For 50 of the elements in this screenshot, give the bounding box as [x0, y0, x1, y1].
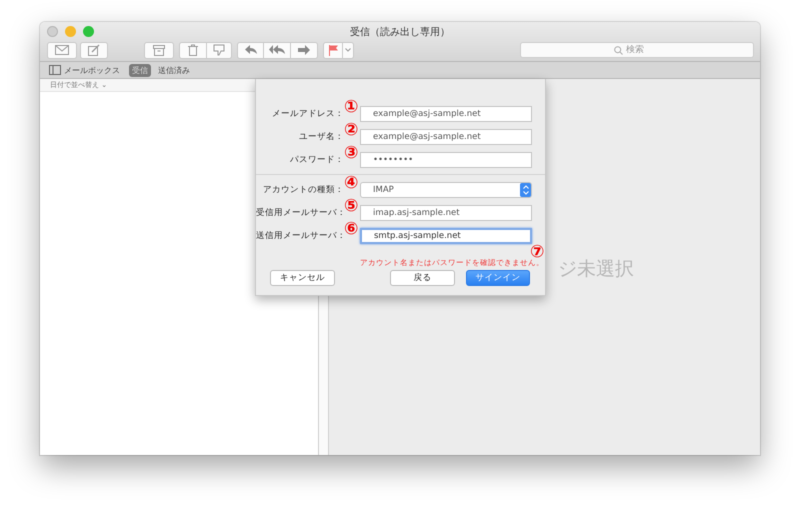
thumbs-down-icon [213, 44, 225, 56]
field-label: パスワード： [289, 154, 344, 166]
field-label: メールアドレス： [271, 108, 344, 120]
reply-button[interactable] [237, 42, 264, 58]
callout-number: ⑦ [530, 244, 544, 261]
compose-button[interactable] [80, 42, 108, 58]
callout-number: ④ [344, 175, 358, 192]
field-label: 送信用メールサーバ： [256, 230, 344, 242]
window-title: 受信（読み出し専用） [350, 26, 450, 39]
forward-button[interactable] [291, 42, 318, 58]
flag-icon [328, 44, 338, 56]
trash-icon [188, 44, 198, 56]
junk-button[interactable] [207, 42, 232, 58]
field-label: ユーザ名： [298, 130, 344, 142]
sidebar-icon [49, 65, 61, 75]
trash-button[interactable] [179, 42, 207, 58]
callout-number: ⑥ [344, 221, 358, 238]
favorite-mailbox[interactable]: 送信済み [155, 64, 193, 76]
reply-all-button[interactable] [264, 42, 291, 58]
envelope-icon [55, 45, 69, 55]
popup-arrows-icon [520, 182, 531, 196]
archive-icon [153, 44, 165, 56]
text-field[interactable]: example@asj-sample.net [360, 128, 532, 144]
reply-all-icon [269, 45, 285, 55]
callout-number: ③ [344, 145, 358, 162]
flag-button[interactable] [323, 42, 343, 58]
chevron-down-icon [345, 48, 351, 52]
get-mail-button[interactable] [47, 42, 77, 58]
mailboxes-button[interactable]: メールボックス [49, 64, 125, 76]
text-field[interactable]: example@asj-sample.net [360, 106, 532, 122]
archive-button[interactable] [144, 42, 174, 58]
field-label: アカウントの種類： [262, 184, 344, 196]
forward-icon [298, 45, 310, 55]
reply-icon [244, 45, 256, 55]
callout-number: ② [344, 122, 358, 139]
callout-number: ⑤ [344, 198, 358, 215]
text-field[interactable]: •••••••• [360, 152, 532, 168]
compose-icon [88, 44, 100, 56]
text-field[interactable]: imap.asj-sample.net [360, 204, 532, 220]
sheet-button[interactable]: 戻る [390, 270, 455, 286]
minimize-button[interactable] [65, 26, 76, 36]
text-field[interactable]: smtp.asj-sample.net [360, 228, 532, 244]
sheet-button[interactable]: キャンセル [270, 270, 335, 286]
flag-menu-button[interactable] [343, 42, 354, 58]
callout-number: ① [344, 99, 358, 116]
account-type-popup[interactable]: IMAP [360, 182, 532, 198]
field-label: 受信用メールサーバ： [256, 208, 344, 218]
zoom-button[interactable] [83, 26, 94, 36]
close-button[interactable] [47, 26, 58, 36]
search-icon [614, 46, 623, 54]
